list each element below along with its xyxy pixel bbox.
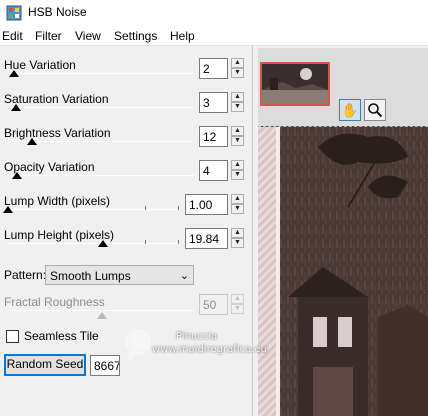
- menu-help[interactable]: Help: [170, 29, 195, 43]
- hand-icon[interactable]: ✋: [339, 99, 361, 121]
- fractal-roughness-spinner: ▲ ▼: [231, 294, 244, 315]
- watermark-line2: www.maidiregrafica.eu: [152, 344, 267, 355]
- watermark-logo: [125, 329, 151, 364]
- spin-down-icon[interactable]: ▼: [231, 68, 244, 78]
- spin-down-icon[interactable]: ▼: [231, 136, 244, 146]
- menu-bar: Edit Filter View Settings Help: [0, 26, 428, 46]
- lump-height-thumb[interactable]: [97, 240, 108, 247]
- spin-down-icon: ▼: [231, 304, 244, 314]
- window-title: HSB Noise: [28, 5, 87, 19]
- brightness-variation-input[interactable]: 12: [199, 126, 228, 147]
- watermark-text: Pinuccia www.maidiregrafica.eu: [152, 330, 267, 356]
- lump-width-tick: [145, 206, 146, 210]
- saturation-variation-track[interactable]: [10, 107, 194, 108]
- opacity-variation-spinner[interactable]: ▲ ▼: [231, 160, 244, 181]
- lump-width-input[interactable]: 1.00: [185, 194, 228, 215]
- lump-height-spinner[interactable]: ▲ ▼: [231, 228, 244, 249]
- spin-down-icon[interactable]: ▼: [231, 102, 244, 112]
- hue-variation-input[interactable]: 2: [199, 58, 228, 79]
- lump-width-tick: [178, 206, 179, 210]
- brightness-variation-track[interactable]: [10, 141, 194, 142]
- lump-height-tick: [145, 240, 146, 244]
- opacity-variation-thumb[interactable]: [12, 172, 23, 179]
- menu-edit[interactable]: Edit: [2, 29, 23, 43]
- pattern-label: Pattern:: [4, 268, 47, 282]
- navigator-thumbnail[interactable]: [260, 62, 330, 106]
- hue-variation-thumb[interactable]: [8, 70, 19, 77]
- pattern-dropdown[interactable]: Smooth Lumps ⌄: [45, 265, 194, 285]
- seed-input[interactable]: 8667: [90, 355, 120, 376]
- pane-divider: [252, 46, 253, 416]
- lump-width-track[interactable]: [8, 209, 180, 210]
- brightness-variation-label: Brightness Variation: [4, 126, 111, 140]
- pattern-selected-value: Smooth Lumps: [50, 269, 131, 283]
- spin-up-icon: ▲: [231, 294, 244, 304]
- spin-down-icon[interactable]: ▼: [231, 238, 244, 248]
- saturation-variation-spinner[interactable]: ▲ ▼: [231, 92, 244, 113]
- lump-width-label: Lump Width (pixels): [4, 194, 111, 208]
- seamless-tile-checkbox[interactable]: [6, 330, 19, 343]
- fractal-roughness-thumb: [97, 312, 107, 319]
- seamless-tile-label[interactable]: Seamless Tile: [24, 329, 99, 343]
- spin-up-icon[interactable]: ▲: [231, 228, 244, 238]
- lump-width-spinner[interactable]: ▲ ▼: [231, 194, 244, 215]
- spin-up-icon[interactable]: ▲: [231, 92, 244, 102]
- app-icon: [6, 5, 22, 21]
- fractal-roughness-track: [10, 310, 194, 311]
- menu-view[interactable]: View: [75, 29, 101, 43]
- fractal-roughness-input: 50: [199, 294, 228, 315]
- saturation-variation-thumb[interactable]: [10, 104, 21, 111]
- menu-settings[interactable]: Settings: [114, 29, 157, 43]
- spin-up-icon[interactable]: ▲: [231, 160, 244, 170]
- lump-width-thumb[interactable]: [3, 206, 13, 213]
- spin-down-icon[interactable]: ▼: [231, 204, 244, 214]
- spin-up-icon[interactable]: ▲: [231, 58, 244, 68]
- saturation-variation-input[interactable]: 3: [199, 92, 228, 113]
- opacity-variation-track[interactable]: [10, 175, 194, 176]
- fractal-roughness-label: Fractal Roughness: [4, 295, 105, 309]
- menu-filter[interactable]: Filter: [35, 29, 62, 43]
- preview-image[interactable]: [258, 126, 428, 416]
- chevron-down-icon: ⌄: [179, 270, 189, 282]
- spin-up-icon[interactable]: ▲: [231, 126, 244, 136]
- spin-up-icon[interactable]: ▲: [231, 194, 244, 204]
- hue-variation-track[interactable]: [10, 73, 194, 74]
- spin-down-icon[interactable]: ▼: [231, 170, 244, 180]
- lump-height-input[interactable]: 19.84: [185, 228, 228, 249]
- random-seed-button[interactable]: Random Seed: [4, 354, 86, 376]
- brightness-variation-thumb[interactable]: [27, 138, 38, 145]
- magnifier-icon[interactable]: [364, 99, 386, 121]
- brightness-variation-spinner[interactable]: ▲ ▼: [231, 126, 244, 147]
- watermark-line1: Pinuccia: [176, 331, 218, 342]
- hue-variation-spinner[interactable]: ▲ ▼: [231, 58, 244, 79]
- lump-height-track[interactable]: [8, 243, 180, 244]
- lump-height-tick: [178, 240, 179, 244]
- opacity-variation-input[interactable]: 4: [199, 160, 228, 181]
